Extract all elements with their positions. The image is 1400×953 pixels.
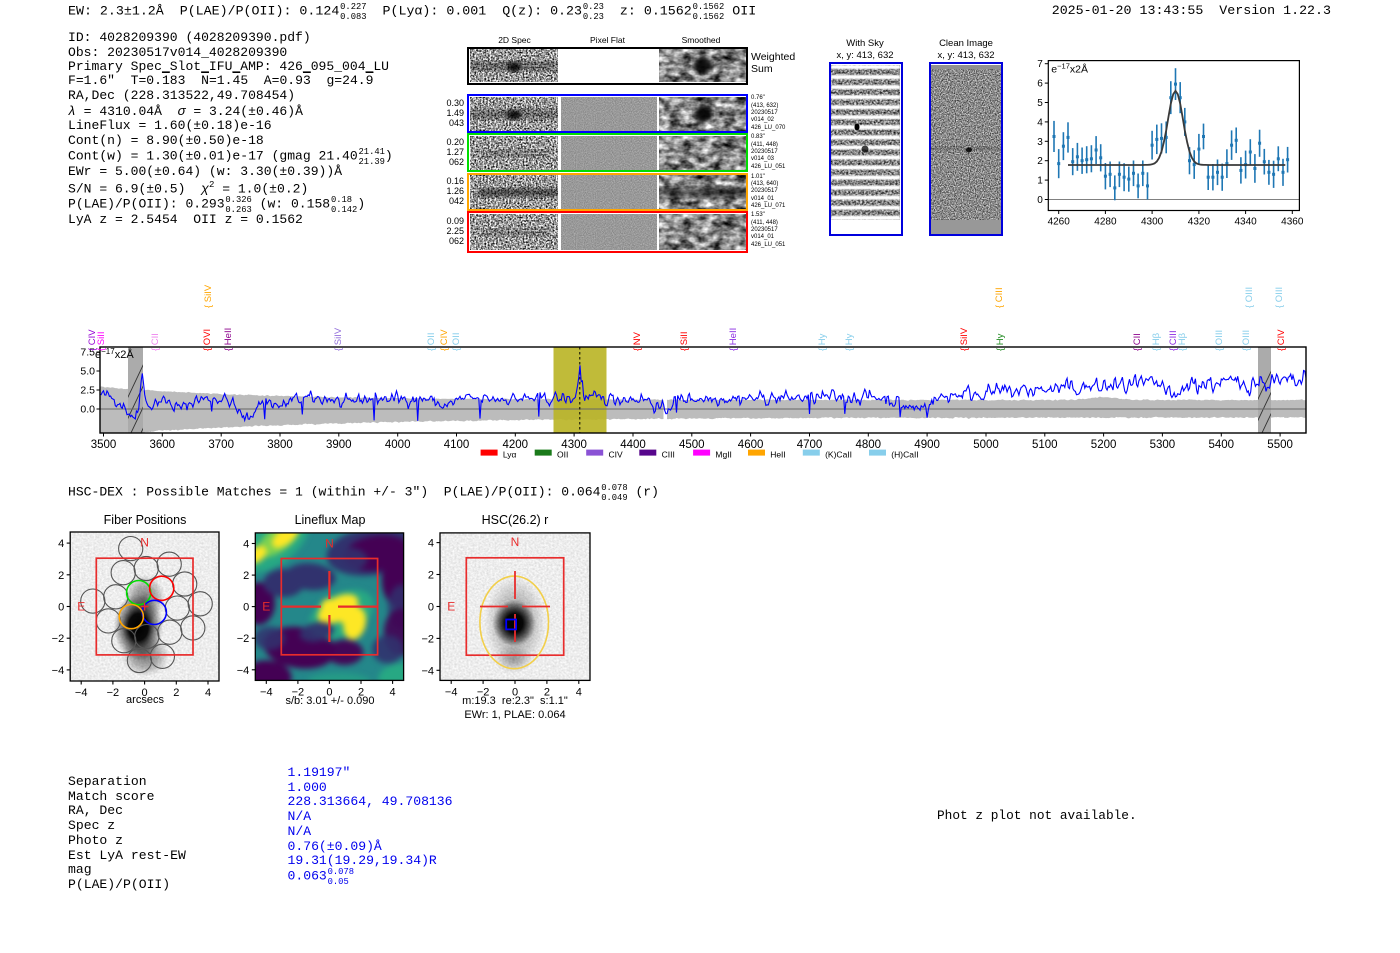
- svg-text:2: 2: [243, 570, 249, 582]
- svg-text:2: 2: [428, 570, 434, 582]
- svg-text:1: 1: [1037, 176, 1043, 187]
- svg-text:2: 2: [58, 570, 64, 582]
- svg-text:3600: 3600: [150, 439, 176, 451]
- svg-text:0: 0: [58, 602, 64, 614]
- svg-text:{ OII: { OII: [451, 333, 462, 351]
- svg-text:5: 5: [1037, 98, 1043, 109]
- svg-text:5500: 5500: [1267, 439, 1293, 451]
- svg-text:5200: 5200: [1091, 439, 1117, 451]
- svg-text:4300: 4300: [1141, 217, 1164, 228]
- svg-text:CIII: CIII: [662, 449, 675, 459]
- svg-text:4800: 4800: [856, 439, 882, 451]
- svg-text:−2: −2: [421, 633, 434, 645]
- svg-text:(K)CaII: (K)CaII: [825, 449, 852, 459]
- svg-text:{ Hβ: { Hβ: [1177, 332, 1188, 351]
- svg-text:{ SiIV: { SiIV: [333, 327, 344, 351]
- svg-text:e−17x2Å: e−17x2Å: [1051, 61, 1088, 76]
- svg-text:4: 4: [58, 538, 64, 550]
- svg-text:N: N: [140, 535, 149, 549]
- svg-text:{ SiIV: { SiIV: [203, 284, 214, 308]
- svg-text:{ CIV: { CIV: [1276, 329, 1287, 351]
- svg-text:OII: OII: [557, 449, 568, 459]
- svg-text:{ Hy: { Hy: [995, 333, 1006, 351]
- svg-text:4: 4: [428, 538, 434, 550]
- svg-text:4600: 4600: [738, 439, 764, 451]
- svg-text:0.0: 0.0: [80, 404, 95, 416]
- svg-text:{ HeII: { HeII: [728, 328, 739, 351]
- svg-text:{ OIII: { OIII: [1241, 330, 1252, 351]
- svg-text:−2: −2: [52, 633, 65, 645]
- svg-text:E: E: [262, 600, 270, 614]
- svg-text:5000: 5000: [973, 439, 999, 451]
- svg-text:−2: −2: [237, 633, 250, 645]
- svg-text:4360: 4360: [1281, 217, 1304, 228]
- svg-text:4100: 4100: [444, 439, 470, 451]
- svg-text:7: 7: [1037, 59, 1043, 70]
- svg-text:{ OVI: { OVI: [202, 329, 213, 351]
- svg-text:3500: 3500: [91, 439, 117, 451]
- svg-text:4320: 4320: [1188, 217, 1211, 228]
- svg-text:{ CII: { CII: [150, 333, 161, 351]
- svg-text:−4: −4: [421, 665, 434, 677]
- svg-text:2.5: 2.5: [80, 385, 95, 397]
- svg-text:E: E: [447, 600, 455, 614]
- svg-text:4340: 4340: [1234, 217, 1257, 228]
- svg-text:4280: 4280: [1094, 217, 1117, 228]
- svg-text:4260: 4260: [1048, 217, 1071, 228]
- svg-text:{ Hy: { Hy: [817, 333, 828, 351]
- svg-text:{ Hy: { Hy: [844, 333, 855, 351]
- svg-text:{ Hβ: { Hβ: [1151, 332, 1162, 351]
- svg-text:N: N: [325, 537, 334, 551]
- svg-text:5300: 5300: [1150, 439, 1176, 451]
- svg-text:{ CII: { CII: [1132, 333, 1143, 351]
- svg-text:5100: 5100: [1032, 439, 1058, 451]
- svg-text:0: 0: [1037, 195, 1043, 206]
- svg-text:4000: 4000: [385, 439, 411, 451]
- svg-text:N: N: [511, 535, 520, 549]
- svg-text:4: 4: [1037, 117, 1043, 128]
- svg-text:HeII: HeII: [770, 449, 786, 459]
- svg-text:{ NV: { NV: [632, 331, 643, 351]
- svg-text:3: 3: [1037, 137, 1043, 148]
- svg-text:3800: 3800: [267, 439, 293, 451]
- svg-text:3700: 3700: [208, 439, 234, 451]
- svg-text:−4: −4: [237, 665, 250, 677]
- svg-text:{ SiII: { SiII: [96, 331, 107, 351]
- svg-text:5.0: 5.0: [80, 366, 95, 378]
- svg-text:{ OIII: { OIII: [1214, 330, 1225, 351]
- svg-text:{ OII: { OII: [426, 333, 437, 351]
- svg-text:{ HeII: { HeII: [223, 328, 234, 351]
- svg-text:Lyα: Lyα: [503, 449, 517, 459]
- svg-text:{ OIII: { OIII: [1244, 287, 1255, 308]
- svg-text:4500: 4500: [679, 439, 705, 451]
- svg-text:0: 0: [243, 602, 249, 614]
- svg-text:−4: −4: [52, 665, 65, 677]
- svg-text:E: E: [77, 600, 85, 614]
- svg-text:{ OIII: { OIII: [1274, 287, 1285, 308]
- svg-text:6: 6: [1037, 79, 1043, 90]
- svg-text:0: 0: [428, 602, 434, 614]
- svg-text:{ CIII: { CIII: [994, 287, 1005, 308]
- svg-text:{ SiIV: { SiIV: [959, 327, 970, 351]
- svg-text:CIV: CIV: [609, 449, 624, 459]
- svg-text:{ CIV: { CIV: [439, 329, 450, 351]
- svg-text:4700: 4700: [797, 439, 823, 451]
- svg-text:MgII: MgII: [715, 449, 732, 459]
- svg-text:{ SiII: { SiII: [679, 331, 690, 351]
- svg-text:3900: 3900: [326, 439, 352, 451]
- svg-text:5400: 5400: [1209, 439, 1235, 451]
- svg-text:(H)CaII: (H)CaII: [891, 449, 918, 459]
- svg-text:4400: 4400: [620, 439, 646, 451]
- svg-text:2: 2: [1037, 156, 1043, 167]
- svg-text:4: 4: [243, 539, 249, 551]
